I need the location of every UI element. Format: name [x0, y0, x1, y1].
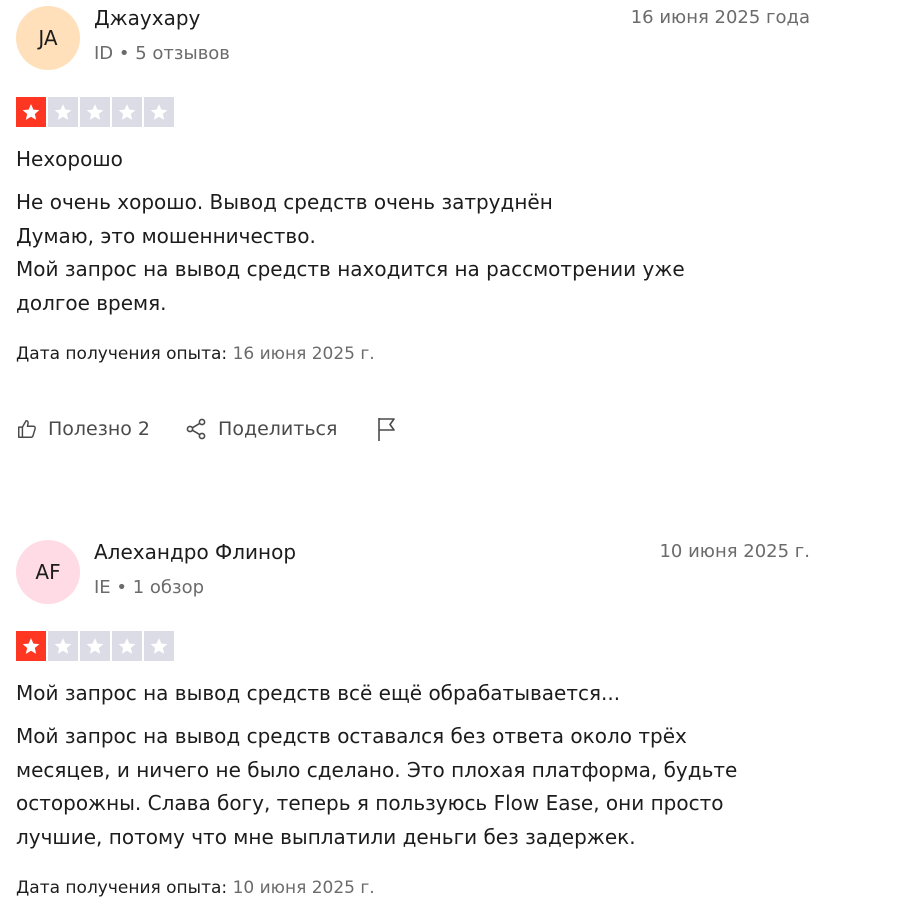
avatar-initials: AF	[35, 560, 61, 584]
star-icon	[48, 97, 78, 127]
star-icon	[80, 97, 110, 127]
author-review-count[interactable]: 1 обзор	[133, 577, 204, 598]
star-icon	[144, 631, 174, 661]
experience-date: Дата получения опыта: 10 июня 2025 г.	[16, 876, 375, 900]
star-icon	[16, 97, 46, 127]
review-actions: Полезно 2 Поделиться	[16, 416, 443, 442]
star-icon	[112, 631, 142, 661]
review-card: JA Джаухару ID • 5 отзывов 16 июня 2025 …	[16, 4, 816, 454]
avatar[interactable]: AF	[16, 540, 80, 604]
review-body-line: Мой запрос на вывод средств оставался бе…	[16, 724, 687, 748]
author-meta: IE • 1 обзор	[94, 576, 204, 600]
avatar[interactable]: JA	[16, 6, 80, 70]
review-body-line: Не очень хорошо. Вывод средств очень зат…	[16, 190, 553, 214]
author-review-count[interactable]: 5 отзывов	[135, 43, 230, 64]
review-body-line: Мой запрос на вывод средств находится на…	[16, 257, 685, 282]
star-icon	[16, 631, 46, 661]
author-meta: ID • 5 отзывов	[94, 42, 230, 66]
star-icon	[80, 631, 110, 661]
author-country: ID	[94, 43, 114, 64]
share-label: Поделиться	[218, 418, 338, 440]
author-name[interactable]: Алехандро Флинор	[94, 538, 296, 566]
review-body-line: Думаю, это мошенничество.	[16, 223, 316, 248]
review-body-line: месяцев, и ничего не было сделано. Это п…	[16, 757, 738, 782]
experience-label: Дата получения опыта:	[16, 344, 228, 364]
useful-button[interactable]: Полезно 2	[16, 418, 150, 440]
useful-label: Полезно 2	[48, 418, 151, 440]
star-icon	[112, 97, 142, 127]
review-title[interactable]: Мой запрос на вывод средств всё ещё обра…	[16, 679, 620, 707]
experience-date: Дата получения опыта: 16 июня 2025 г.	[16, 342, 375, 366]
avatar-initials: JA	[38, 26, 58, 50]
review-body: Не очень хорошо. Вывод средств очень зат…	[16, 186, 816, 320]
review-body-line: осторожны. Слава богу, теперь я пользуюс…	[16, 791, 724, 816]
meta-separator: •	[113, 43, 136, 64]
review-title[interactable]: Нехорошо	[16, 145, 123, 173]
review-date: 16 июня 2025 года	[630, 7, 810, 28]
review-body-line: долгое время.	[16, 290, 167, 315]
star-icon	[48, 631, 78, 661]
thumbs-up-icon	[18, 420, 36, 438]
star-icon	[144, 97, 174, 127]
flag-icon	[378, 418, 396, 441]
experience-value: 10 июня 2025 г.	[232, 878, 375, 898]
review-body-line: лучшие, потому что мне выплатили деньги …	[16, 824, 636, 849]
share-button[interactable]: Поделиться	[184, 417, 337, 441]
author-name[interactable]: Джаухару	[94, 4, 200, 32]
report-button[interactable]	[375, 416, 409, 442]
review-card: AF Алехандро Флинор IE • 1 обзор 10 июня…	[16, 538, 816, 918]
review-date: 10 июня 2025 г.	[659, 541, 810, 562]
share-icon	[186, 418, 206, 440]
review-body: Мой запрос на вывод средств оставался бе…	[16, 720, 816, 854]
experience-value: 16 июня 2025 г.	[232, 344, 375, 364]
star-rating	[16, 97, 174, 127]
meta-separator: •	[110, 577, 133, 598]
author-country: IE	[94, 577, 111, 598]
experience-label: Дата получения опыта:	[16, 878, 228, 898]
star-rating	[16, 631, 174, 661]
